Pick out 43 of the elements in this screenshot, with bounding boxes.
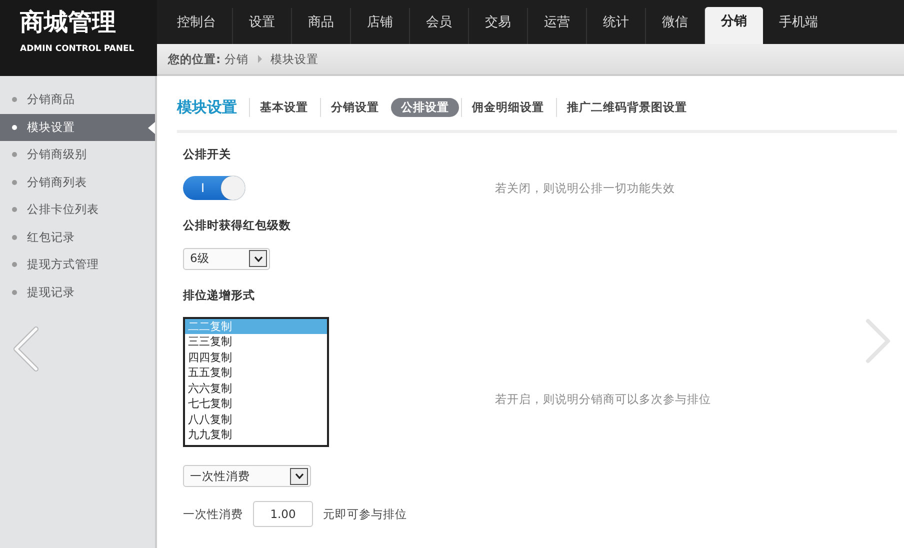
breadcrumb-link[interactable]: 分销 xyxy=(224,52,249,66)
caret-icon[interactable] xyxy=(249,250,268,267)
page-title: 模块设置 xyxy=(177,98,237,116)
breadcrumb-link[interactable]: 模块设置 xyxy=(270,52,319,66)
list-option[interactable]: 六六复制 xyxy=(185,380,327,396)
field-label: 一次性消费 xyxy=(183,506,243,522)
field-label: 公排时获得红包级数 xyxy=(183,218,292,233)
sidebar-item[interactable]: 分销商列表 xyxy=(0,168,155,196)
field-label: 排位递增形式 xyxy=(183,288,256,302)
sidebar-item[interactable]: 公排卡位列表 xyxy=(0,196,155,224)
tab[interactable]: 推广二维码背景图设置 xyxy=(556,98,697,116)
hint-text: 若关闭，则说明公排一切功能失效 xyxy=(495,180,675,196)
logo-subtitle: ADMIN CONTROL PANEL xyxy=(20,44,134,54)
tab[interactable]: 分销设置 xyxy=(320,98,389,116)
field-label: 公排开关 xyxy=(183,147,232,162)
dropdown[interactable]: 一次性消费 xyxy=(183,465,311,487)
tab[interactable]: 基本设置 xyxy=(249,98,318,116)
list-option[interactable]: 七七复制 xyxy=(185,396,327,412)
list-option[interactable]: 四四复制 xyxy=(185,350,327,365)
list-option[interactable]: 八八复制 xyxy=(185,412,327,427)
dropdown[interactable]: 6级 xyxy=(183,248,270,270)
logo-title: 商城管理 xyxy=(20,8,116,36)
sidebar-item[interactable]: 提现方式管理 xyxy=(0,251,155,278)
caret-icon xyxy=(258,55,262,63)
amount-field[interactable]: 1.00 xyxy=(253,501,313,527)
hint-text: 若开启，则说明分销商可以多次参与排位 xyxy=(495,392,711,407)
list-option[interactable]: 五五复制 xyxy=(185,365,327,380)
breadcrumb-label: 您的位置: xyxy=(168,52,221,66)
caret-icon[interactable] xyxy=(290,468,308,484)
listbox[interactable]: 二二复制 三三复制 四四复制 五五复制 六六复制 七七复制 八八复制 九九复制 xyxy=(183,316,329,446)
sidebar-item[interactable]: 红包记录 xyxy=(0,224,155,251)
sidebar-item[interactable]: 分销商级别 xyxy=(0,141,155,168)
tab[interactable]: 公排设置 xyxy=(391,98,459,116)
list-option[interactable]: 三三复制 xyxy=(185,334,327,350)
toggle-switch[interactable]: I xyxy=(183,176,245,200)
nav-tab[interactable]: 手机端 xyxy=(763,8,834,44)
tab[interactable]: 佣金明细设置 xyxy=(461,98,554,116)
sidebar-item[interactable]: 提现记录 xyxy=(0,278,155,306)
list-option[interactable]: 九九复制 xyxy=(185,427,327,442)
nav-tab[interactable]: 分销 xyxy=(705,7,763,44)
unit-text: 元即可参与排位 xyxy=(323,506,407,522)
sidebar-item[interactable]: 模块设置 xyxy=(0,114,155,141)
sidebar-item[interactable]: 分销商品 xyxy=(0,86,155,114)
